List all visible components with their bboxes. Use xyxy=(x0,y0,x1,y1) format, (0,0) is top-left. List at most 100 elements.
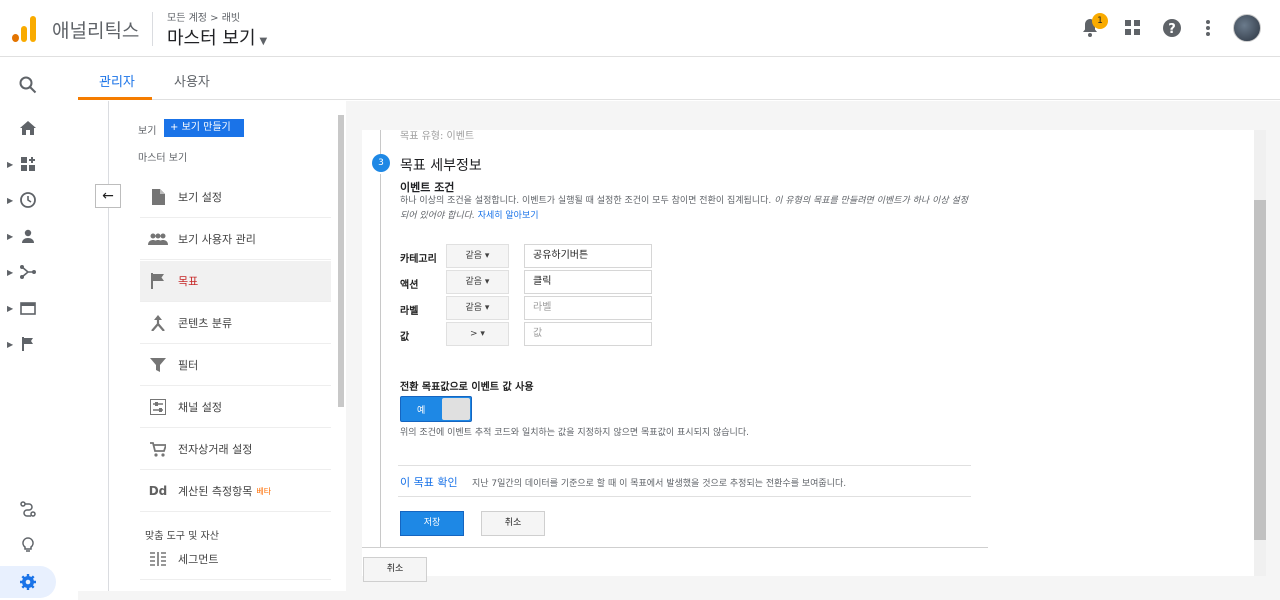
help-icon[interactable]: ? xyxy=(1162,18,1182,42)
flag-icon xyxy=(148,272,168,290)
create-view-label: 보기 만들기 xyxy=(181,122,231,133)
step-title: 목표 세부정보 xyxy=(400,158,482,174)
expand-arrow-icon: ▶ xyxy=(7,195,14,205)
view-title: 마스터 보기 xyxy=(167,28,256,49)
back-arrow-button[interactable]: ← xyxy=(95,184,121,208)
nav-goals[interactable]: 목표 xyxy=(140,261,331,302)
beta-badge: 베타 xyxy=(256,486,272,496)
caret-down-icon: ▼ xyxy=(259,36,268,47)
conversions-flag-icon[interactable]: ▶ xyxy=(0,329,56,359)
master-view-label[interactable]: 마스터 보기 xyxy=(138,149,187,164)
tab-user[interactable]: 사용자 xyxy=(174,71,210,90)
acquisition-icon[interactable]: ▶ xyxy=(0,257,56,287)
behavior-icon[interactable]: ▶ xyxy=(0,293,56,323)
view-selector[interactable]: 마스터 보기 ▼ xyxy=(167,24,267,50)
divider xyxy=(362,547,988,548)
more-vert-icon[interactable] xyxy=(1205,19,1211,41)
admin-gear-icon[interactable] xyxy=(0,566,56,598)
divider xyxy=(398,465,971,466)
expand-arrow-icon: ▶ xyxy=(7,303,14,313)
use-event-value-toggle[interactable]: 예 xyxy=(400,396,472,422)
realtime-clock-icon[interactable]: ▶ xyxy=(0,185,56,215)
nav-label: 보기 설정 xyxy=(178,191,222,204)
expand-arrow-icon: ▶ xyxy=(7,231,14,241)
expand-arrow-icon: ▶ xyxy=(7,267,14,277)
tab-active-indicator xyxy=(78,97,152,100)
attribution-icon[interactable] xyxy=(0,494,56,524)
segment-icon xyxy=(148,550,168,568)
nav-content-grouping[interactable]: 콘텐츠 분류 xyxy=(140,303,331,344)
expand-arrow-icon: ▶ xyxy=(7,339,14,349)
cancel-goal-button[interactable]: 취소 xyxy=(363,557,427,582)
plus-icon: + xyxy=(170,122,182,133)
left-rail: ▶ ▶ ▶ ▶ ▶ ▶ xyxy=(0,58,56,600)
tab-bar: 관리자 사용자 xyxy=(78,58,1280,100)
save-button[interactable]: 저장 xyxy=(400,511,464,536)
breadcrumb[interactable]: 모든 계정 > 래빗 xyxy=(167,9,240,24)
step-connector xyxy=(380,130,381,155)
description-text: 하나 이상의 조건을 설정합니다. 이벤트가 실행될 때 설정한 조건이 모두 … xyxy=(400,196,775,206)
condition-value-input[interactable]: 공유하기버튼 xyxy=(524,244,652,268)
avatar[interactable] xyxy=(1233,14,1261,42)
step-connector xyxy=(380,174,381,548)
verify-goal-help: 지난 7일간의 데이터를 기준으로 할 때 이 목표에서 발생했을 것으로 추정… xyxy=(472,479,847,489)
condition-value-input[interactable]: 클릭 xyxy=(524,270,652,294)
analytics-logo[interactable] xyxy=(12,16,36,42)
content-scrollbar-thumb[interactable] xyxy=(1254,200,1266,540)
condition-value-input[interactable]: 라벨 xyxy=(524,296,652,320)
nav-filters[interactable]: 필터 xyxy=(140,345,331,386)
nav-view-settings[interactable]: 보기 설정 xyxy=(140,177,331,218)
previous-step-summary: 목표 유형: 이벤트 xyxy=(400,131,475,142)
app-name: 애널리틱스 xyxy=(52,20,140,42)
lightbulb-icon[interactable] xyxy=(0,530,56,560)
filter-icon xyxy=(148,356,168,374)
notification-badge: 1 xyxy=(1092,13,1108,29)
nav-view-user-management[interactable]: 보기 사용자 관리 xyxy=(140,219,331,260)
nav-ecommerce-settings[interactable]: 전자상거래 설정 xyxy=(140,429,331,470)
home-icon[interactable] xyxy=(0,113,56,143)
nav-calculated-metrics[interactable]: Dd 계산된 측정항목 베타 xyxy=(140,471,331,512)
nav-channel-settings[interactable]: 채널 설정 xyxy=(140,387,331,428)
tab-admin[interactable]: 관리자 xyxy=(99,71,135,90)
nav-label: 목표 xyxy=(178,275,199,288)
document-icon xyxy=(148,188,168,206)
top-bar: 애널리틱스 모든 계정 > 래빗 마스터 보기 ▼ 1 ? xyxy=(0,0,1280,57)
nav-label: 계산된 측정항목 xyxy=(178,485,253,498)
audience-person-icon[interactable]: ▶ xyxy=(0,221,56,251)
nav-label: 채널 설정 xyxy=(178,401,222,414)
header-divider xyxy=(152,12,153,46)
settings-sliders-icon xyxy=(148,398,168,416)
dd-icon: Dd xyxy=(148,484,168,498)
expand-arrow-icon: ▶ xyxy=(7,159,14,169)
nav-label: 전자상거래 설정 xyxy=(178,443,253,456)
learn-more-link[interactable]: 자세히 알아보기 xyxy=(475,211,539,221)
nav-label: 콘텐츠 분류 xyxy=(178,317,233,330)
nav-label: 세그먼트 xyxy=(178,553,219,566)
toggle-label: 예 xyxy=(417,406,426,416)
condition-label-category: 카테고리 xyxy=(400,254,437,265)
condition-operator-select[interactable]: 같음 ▾ xyxy=(446,270,509,294)
apps-grid-icon[interactable] xyxy=(1125,20,1141,40)
nav-label: 보기 사용자 관리 xyxy=(178,233,256,246)
verify-goal-link[interactable]: 이 목표 확인 xyxy=(400,474,458,490)
cancel-button[interactable]: 취소 xyxy=(481,511,545,536)
event-conditions-description: 하나 이상의 조건을 설정합니다. 이벤트가 실행될 때 설정한 조건이 모두 … xyxy=(400,194,975,224)
search-icon[interactable] xyxy=(0,70,56,100)
condition-value-input[interactable]: 값 xyxy=(524,322,652,346)
toggle-help-text: 위의 조건에 이벤트 추적 코드와 일치하는 값을 지정하지 않으면 목표값이 … xyxy=(400,428,749,438)
cart-icon xyxy=(148,440,168,458)
nav-segments[interactable]: 세그먼트 xyxy=(140,539,331,580)
customization-icon[interactable]: ▶ xyxy=(0,149,56,179)
condition-operator-select[interactable]: 같음 ▾ xyxy=(446,296,509,320)
svg-text:?: ? xyxy=(1168,22,1176,37)
condition-operator-select[interactable]: 같음 ▾ xyxy=(446,244,509,268)
admin-column-scrollbar[interactable] xyxy=(338,115,344,407)
toggle-knob xyxy=(442,398,470,420)
condition-operator-select[interactable]: > ▾ xyxy=(446,322,509,346)
people-icon xyxy=(148,230,168,248)
create-view-button[interactable]: + 보기 만들기 xyxy=(164,119,244,137)
condition-label-action: 액션 xyxy=(400,280,419,291)
view-label: 보기 xyxy=(138,126,157,137)
step-number-badge: 3 xyxy=(372,154,390,172)
condition-label-value: 값 xyxy=(400,332,410,343)
